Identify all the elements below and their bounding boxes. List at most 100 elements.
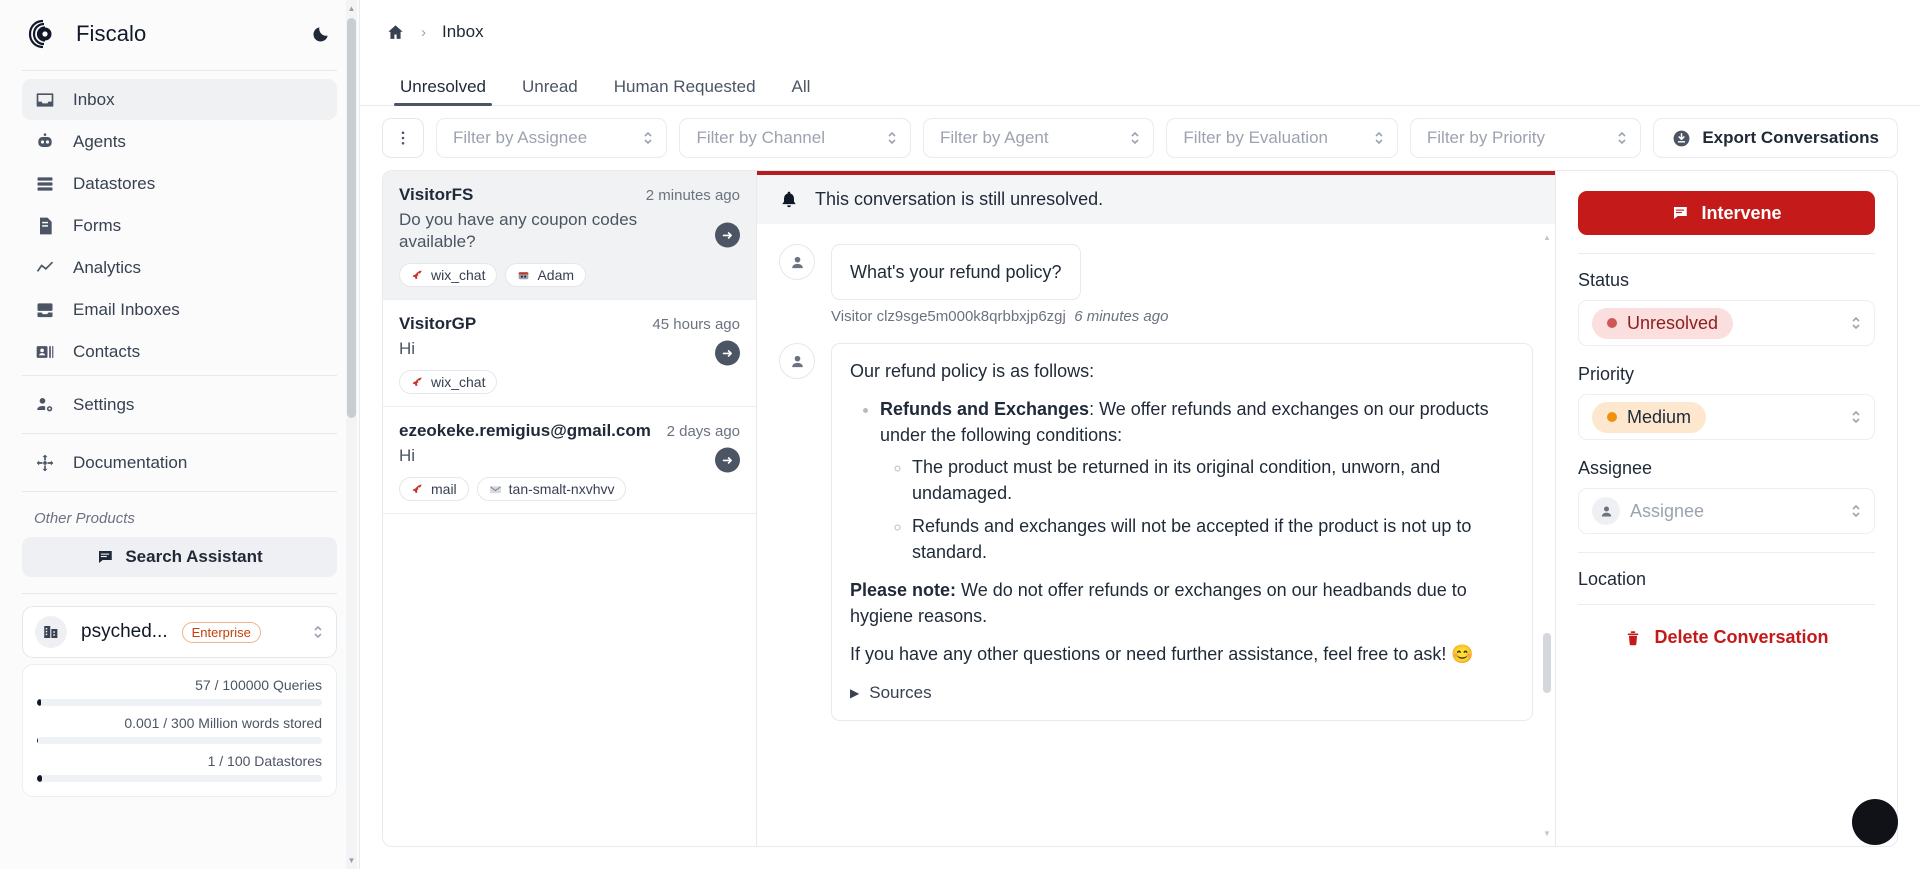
usage-row-words: 0.001 / 300 Million words stored: [37, 715, 322, 744]
open-conversation-arrow-icon[interactable]: ➜: [715, 447, 740, 473]
tab-human-requested[interactable]: Human Requested: [596, 78, 774, 105]
tag-label: wix_chat: [431, 374, 486, 391]
chevron-updown-icon: [642, 128, 654, 148]
inbox-icon: [34, 89, 56, 111]
conversation-header: VisitorFS 2 minutes ago: [399, 185, 740, 205]
document-icon: [34, 215, 56, 237]
fiscalo-logo-icon: [28, 19, 58, 49]
open-conversation-arrow-icon[interactable]: ➜: [715, 340, 740, 366]
left-sidebar: Fiscalo Inbox Agents Datastores Forms An…: [0, 0, 360, 869]
conversation-list-item[interactable]: VisitorFS 2 minutes ago Do you have any …: [383, 171, 756, 301]
rocket-icon: [411, 269, 424, 282]
scroll-up-arrow-icon[interactable]: ▲: [346, 2, 357, 15]
sidebar-item-label: Settings: [73, 395, 135, 414]
conversation-header: VisitorGP 45 hours ago: [399, 314, 740, 334]
status-badge: Unresolved: [1592, 307, 1734, 339]
filter-bar: Filter by Assignee Filter by Channel Fil…: [360, 106, 1920, 170]
filter-label: Filter by Priority: [1426, 128, 1545, 147]
sidebar-scrollbar[interactable]: ▲ ▼: [346, 0, 357, 869]
chevron-updown-icon: [886, 128, 898, 148]
assignee-select[interactable]: Assignee: [1578, 488, 1875, 534]
conversation-list-item[interactable]: VisitorGP 45 hours ago Hi wix_chat ➜: [383, 300, 756, 408]
unresolved-banner: This conversation is still unresolved.: [757, 175, 1555, 224]
export-conversations-button[interactable]: Export Conversations: [1653, 118, 1898, 158]
status-select[interactable]: Unresolved: [1578, 300, 1875, 346]
priority-select[interactable]: Medium: [1578, 394, 1875, 440]
page-title: Inbox: [442, 22, 484, 41]
chevron-updown-icon: [1129, 128, 1141, 148]
tab-unread[interactable]: Unread: [504, 78, 596, 105]
mail-icon: [489, 483, 502, 496]
tag-channel: wix_chat: [399, 263, 498, 288]
tag-label: wix_chat: [431, 267, 486, 284]
sidebar-item-contacts[interactable]: Contacts: [22, 331, 337, 372]
breadcrumb-separator: ›: [421, 23, 426, 41]
status-dot-icon: [1607, 318, 1617, 328]
email-inbox-icon: [34, 299, 56, 321]
filter-by-evaluation-select[interactable]: Filter by Evaluation: [1166, 118, 1398, 158]
reply-closing: If you have any other questions or need …: [850, 643, 1474, 664]
triangle-right-icon: ▶: [850, 685, 860, 700]
conversation-list-item[interactable]: ezeokeke.remigius@gmail.com 2 days ago H…: [383, 407, 756, 515]
priority-dot-icon: [1607, 412, 1617, 422]
contact-card-icon: [34, 341, 56, 363]
tag-label: tan-smalt-nxvhvv: [508, 481, 615, 498]
filter-by-agent-select[interactable]: Filter by Agent: [922, 118, 1155, 158]
scroll-up-arrow-icon[interactable]: ▲: [1542, 233, 1552, 242]
sidebar-item-inbox[interactable]: Inbox: [22, 79, 337, 120]
panel-divider: [1578, 253, 1875, 254]
reply-bullet-main: Refunds and Exchanges: We offer refunds …: [880, 396, 1514, 565]
divider-settings: [22, 375, 337, 376]
chat-widget-fab-icon[interactable]: [1852, 799, 1898, 845]
moon-icon[interactable]: [305, 19, 335, 49]
conversation-preview: Do you have any coupon codes available?: [399, 210, 638, 252]
conversation-name: VisitorGP: [399, 314, 477, 334]
sidebar-item-label: Inbox: [73, 90, 115, 109]
app-root: Fiscalo Inbox Agents Datastores Forms An…: [0, 0, 1920, 869]
sidebar-item-email-inboxes[interactable]: Email Inboxes: [22, 289, 337, 330]
avatar: [779, 244, 815, 280]
intervene-button[interactable]: Intervene: [1578, 191, 1875, 235]
scroll-down-arrow-icon[interactable]: ▼: [1542, 829, 1552, 838]
brand-name: Fiscalo: [76, 21, 147, 46]
divider-top: [22, 70, 337, 71]
conversation-time: 2 minutes ago: [645, 187, 740, 204]
robot-icon: [517, 269, 530, 282]
sidebar-item-settings[interactable]: Settings: [22, 384, 337, 425]
filter-by-priority-select[interactable]: Filter by Priority: [1409, 118, 1642, 158]
more-vertical-icon[interactable]: [382, 118, 424, 158]
scroll-down-arrow-icon[interactable]: ▼: [346, 854, 357, 867]
message-bubble: Our refund policy is as follows: Refunds…: [831, 343, 1533, 721]
sidebar-item-agents[interactable]: Agents: [22, 121, 337, 162]
sidebar-item-documentation[interactable]: Documentation: [22, 442, 337, 483]
delete-conversation-button[interactable]: Delete Conversation: [1578, 627, 1875, 648]
message-time: 6 minutes ago: [1074, 308, 1169, 326]
filter-by-assignee-select[interactable]: Filter by Assignee: [436, 118, 668, 158]
chevron-updown-icon: [1373, 128, 1385, 148]
sidebar-scrollbar-thumb[interactable]: [347, 18, 356, 418]
tab-all[interactable]: All: [774, 78, 829, 105]
avatar: [779, 343, 815, 380]
database-icon: [34, 173, 56, 195]
org-switcher[interactable]: psyched... Enterprise: [22, 606, 337, 658]
message-meta: Visitor clz9sge5m000k8qrbbxjp6zgj 6 minu…: [831, 308, 1533, 325]
sidebar-item-forms[interactable]: Forms: [22, 205, 337, 246]
messages-area: What's your refund policy? Visitor clz9s…: [757, 224, 1555, 846]
thread-scrollbar[interactable]: ▲ ▼: [1542, 233, 1552, 838]
sidebar-item-datastores[interactable]: Datastores: [22, 163, 337, 204]
status-value: Unresolved: [1627, 312, 1719, 333]
sources-toggle[interactable]: ▶ Sources: [850, 681, 1514, 706]
home-icon[interactable]: [386, 23, 405, 42]
filter-by-channel-select[interactable]: Filter by Channel: [679, 118, 911, 158]
sidebar-item-search-assistant[interactable]: Search Assistant: [22, 537, 337, 577]
sidebar-item-label: Email Inboxes: [73, 300, 180, 319]
tab-unresolved[interactable]: Unresolved: [382, 78, 504, 106]
export-label: Export Conversations: [1702, 128, 1879, 147]
sidebar-item-label: Agents: [73, 132, 126, 151]
thread-scrollbar-thumb[interactable]: [1543, 633, 1551, 693]
sidebar-item-analytics[interactable]: Analytics: [22, 247, 337, 288]
sidebar-item-label: Documentation: [73, 453, 188, 472]
open-conversation-arrow-icon[interactable]: ➜: [715, 222, 740, 248]
sidebar-scroll-area: Fiscalo Inbox Agents Datastores Forms An…: [0, 0, 359, 869]
priority-label: Priority: [1578, 364, 1635, 384]
